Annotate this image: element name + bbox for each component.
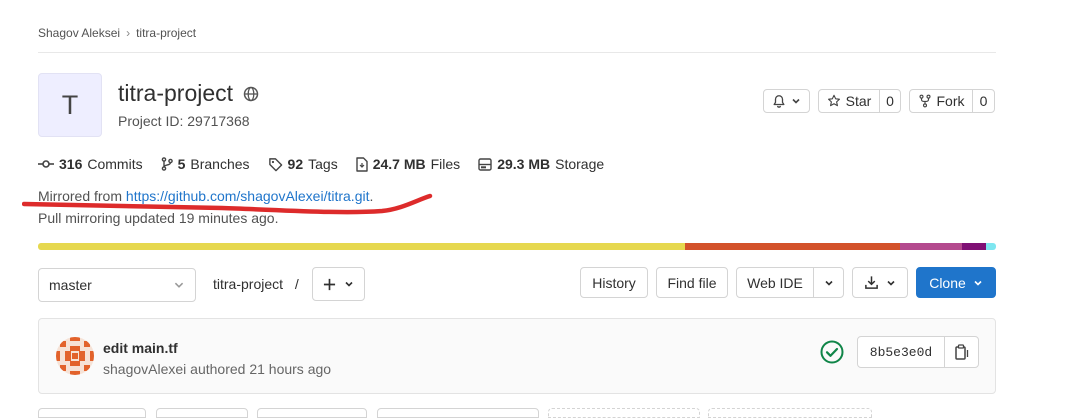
tag-icon <box>268 157 282 171</box>
language-segment[interactable] <box>38 243 685 250</box>
files-label: Files <box>430 156 461 172</box>
language-segment[interactable] <box>684 243 901 250</box>
header-divider <box>38 52 996 53</box>
star-label: Star <box>845 93 872 109</box>
star-count[interactable]: 0 <box>879 89 901 113</box>
last-commit-panel: edit main.tf shagovAlexei authored 21 ho… <box>38 318 996 394</box>
star-icon <box>827 94 840 107</box>
repo-shortcut-tab[interactable] <box>257 408 367 418</box>
commits-label: Commits <box>87 156 143 172</box>
chevron-down-icon <box>974 280 982 286</box>
breadcrumb-owner-link[interactable]: Shagov Aleksei <box>38 26 120 40</box>
branch-icon <box>161 157 173 171</box>
storage-icon <box>478 157 492 171</box>
copy-sha-button[interactable] <box>944 336 979 368</box>
storage-label: Storage <box>555 156 605 172</box>
download-dropdown[interactable] <box>852 267 908 298</box>
clone-dropdown-button[interactable]: Clone <box>916 267 996 298</box>
path-root-link[interactable]: titra-project <box>213 276 283 292</box>
breadcrumb-project-link[interactable]: titra-project <box>136 26 196 40</box>
language-segment[interactable] <box>962 243 987 250</box>
chevron-down-icon <box>174 282 184 288</box>
commits-count: 316 <box>59 156 83 172</box>
project-id: Project ID: 29717368 <box>118 113 250 129</box>
repo-shortcut-add-tab[interactable] <box>708 408 872 418</box>
web-ide-button[interactable]: Web IDE <box>736 267 814 298</box>
fork-icon <box>918 94 931 108</box>
notification-dropdown[interactable] <box>763 89 810 113</box>
fork-label: Fork <box>936 93 965 109</box>
red-underline-annotation <box>22 193 433 215</box>
breadcrumb: Shagov Aleksei › titra-project <box>38 26 196 40</box>
repository-languages-bar <box>38 243 996 250</box>
history-button[interactable]: History <box>580 267 648 298</box>
stat-commits[interactable]: 316 Commits <box>38 156 143 172</box>
repo-shortcut-tab[interactable] <box>156 408 248 418</box>
fork-count[interactable]: 0 <box>972 89 995 113</box>
repo-shortcut-tab[interactable] <box>377 408 539 418</box>
commit-icon <box>38 160 54 168</box>
language-segment[interactable] <box>986 243 996 250</box>
file-icon <box>356 156 368 172</box>
fork-button[interactable]: Fork <box>909 89 973 113</box>
copy-icon <box>954 344 968 360</box>
commit-author-link[interactable]: shagovAlexei <box>103 361 186 377</box>
plus-icon <box>323 278 336 290</box>
path-separator: / <box>294 276 299 292</box>
branch-select-value: master <box>49 277 92 293</box>
download-icon <box>865 276 878 289</box>
stat-tags[interactable]: 92 Tags <box>268 156 338 172</box>
files-size: 24.7 MB <box>372 156 426 172</box>
globe-icon <box>243 86 259 101</box>
stat-storage: 29.3 MB Storage <box>478 156 604 172</box>
add-to-tree-dropdown[interactable] <box>312 267 365 301</box>
project-stats: 316 Commits 5 Branches 92 Tags 24.7 MB F… <box>38 156 622 172</box>
web-ide-options-dropdown[interactable] <box>813 267 844 298</box>
tags-count: 92 <box>287 156 304 172</box>
repo-path-breadcrumb: titra-project / <box>213 276 299 292</box>
star-button[interactable]: Star <box>818 89 880 113</box>
repo-shortcut-tab[interactable] <box>38 408 146 418</box>
language-segment[interactable] <box>900 243 963 250</box>
branch-select[interactable]: master <box>38 268 196 302</box>
chevron-down-icon <box>792 98 800 104</box>
commit-meta: shagovAlexei authored 21 hours ago <box>103 361 331 377</box>
commit-title-link[interactable]: edit main.tf <box>103 340 178 356</box>
project-title-row: titra-project <box>118 80 259 107</box>
project-title: titra-project <box>118 80 234 106</box>
chevron-down-icon <box>887 280 895 286</box>
breadcrumb-separator: › <box>126 26 131 40</box>
branches-label: Branches <box>190 156 250 172</box>
commit-sha[interactable]: 8b5e3e0d <box>857 336 945 368</box>
repo-shortcut-add-tab[interactable] <box>548 408 700 418</box>
bell-icon <box>773 95 785 108</box>
author-avatar[interactable] <box>55 336 95 376</box>
check-circle-icon[interactable] <box>820 340 844 364</box>
find-file-button[interactable]: Find file <box>656 267 728 298</box>
storage-size: 29.3 MB <box>497 156 551 172</box>
project-avatar[interactable]: T <box>38 73 102 137</box>
commit-authored-time: authored 21 hours ago <box>186 361 332 377</box>
chevron-down-icon <box>824 280 833 286</box>
clone-label: Clone <box>929 274 966 291</box>
stat-files[interactable]: 24.7 MB Files <box>356 156 460 172</box>
stat-branches[interactable]: 5 Branches <box>161 156 250 172</box>
tags-label: Tags <box>308 156 338 172</box>
branches-count: 5 <box>177 156 186 172</box>
chevron-down-icon <box>345 281 353 287</box>
